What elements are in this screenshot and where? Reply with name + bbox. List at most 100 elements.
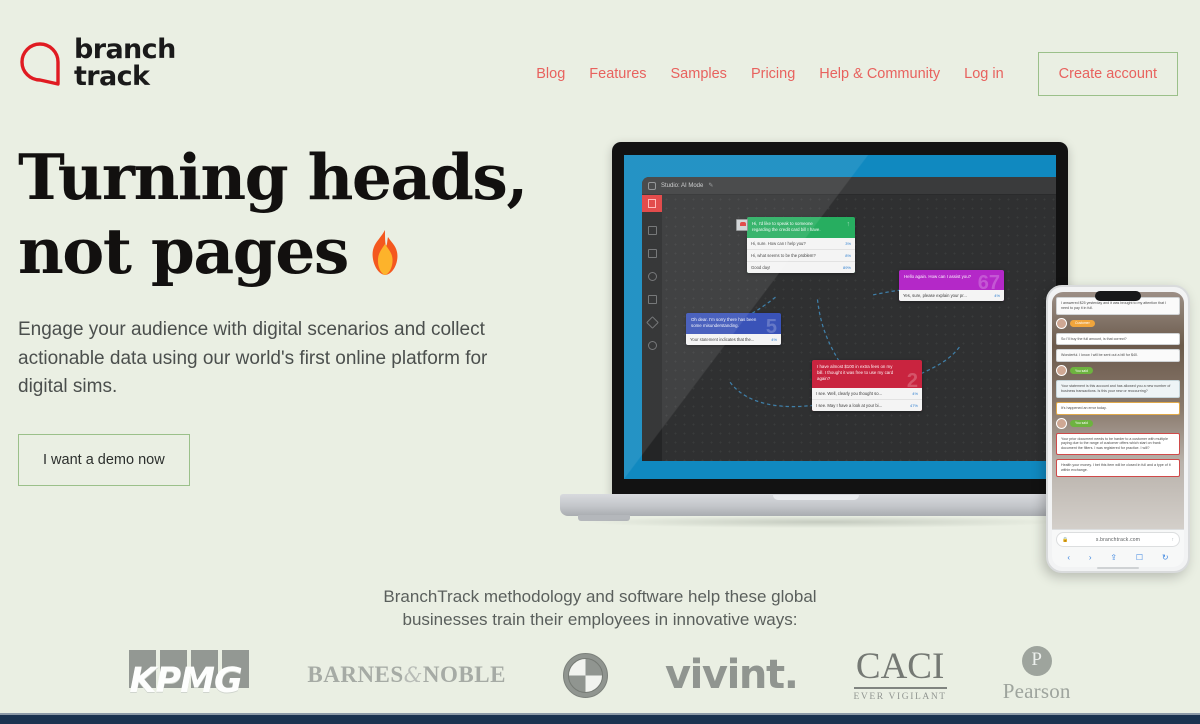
fire-emoji <box>372 230 398 275</box>
refresh-icon[interactable]: ↻ <box>1162 553 1169 562</box>
node-blue-header: Oh dear. I'm sorry there has been some m… <box>686 313 781 339</box>
caci-tagline: EVER VIGILANT <box>853 691 947 702</box>
chat-choice[interactable]: Health your money. I bet this item will … <box>1056 458 1180 477</box>
nav-link-samples[interactable]: Samples <box>659 60 739 88</box>
chat-avatar-row: Customer <box>1056 317 1180 329</box>
social-proof-text: BranchTrack methodology and software hel… <box>0 585 1200 631</box>
node-option[interactable]: Hi, what seems to be the problem? 8% <box>747 250 855 263</box>
social-proof-line-2: businesses train their employees in inno… <box>402 610 798 629</box>
app-left-rail <box>642 195 662 461</box>
node-option[interactable]: I see. May I have a look at your bi... 4… <box>812 400 922 411</box>
hero-subhead: Engage your audience with digital scenar… <box>18 319 488 397</box>
logo-wordmark: branch track <box>74 36 176 90</box>
nav-link-blog[interactable]: Blog <box>524 60 577 88</box>
logo-item-barnes-noble: BARNES&NOBLE <box>307 662 506 688</box>
node-green-text: Hi, I'd like to speak to someone regardi… <box>752 221 821 233</box>
rail-item-link[interactable] <box>647 272 657 281</box>
rail-item-scene[interactable] <box>642 195 662 212</box>
request-demo-button[interactable]: I want a demo now <box>18 433 190 486</box>
node-option[interactable]: Good day! 89% <box>747 262 855 273</box>
scene-icon <box>648 199 656 208</box>
node-blue[interactable]: Oh dear. I'm sorry there has been some m… <box>686 313 781 346</box>
node-option-badge: 4% <box>771 337 777 343</box>
url-bar[interactable]: 🔒 s.branchtrack.com ↑ <box>1056 532 1180 547</box>
rail-item-pencil[interactable] <box>647 249 657 258</box>
chat-tag: You said <box>1070 419 1093 427</box>
branchtrack-droplet-icon <box>20 42 60 86</box>
pearson-wordmark: Pearson <box>1002 679 1071 703</box>
barnes-text: BARNES <box>307 662 404 687</box>
laptop-base <box>560 494 1072 521</box>
node-red[interactable]: I have almost $100 in extra fees on my b… <box>812 360 922 411</box>
app-body: Hi, I'd like to speak to someone regardi… <box>642 195 1056 461</box>
headline-line-2-wrap: not pages <box>18 214 558 288</box>
node-blue-number: 5 <box>765 316 777 339</box>
node-purple-header: Hello again. How can I assist you? 67 <box>899 270 1004 294</box>
browser-nav-bar: ‹ › ⇪ ☐ ↻ <box>1052 547 1184 567</box>
node-red-number: 2 <box>906 369 918 392</box>
scenario-canvas[interactable]: Hi, I'd like to speak to someone regardi… <box>662 195 1056 461</box>
caci-wordmark: CACI <box>855 645 945 687</box>
vivint-logo: vivint. <box>664 652 799 698</box>
node-green-header: Hi, I'd like to speak to someone regardi… <box>747 217 855 238</box>
node-option-text: Yes, sure, please explain your pr... <box>903 293 967 298</box>
nav-link-pricing[interactable]: Pricing <box>739 60 807 88</box>
chat-choice[interactable]: Your prior document needs to be harder t… <box>1056 432 1180 455</box>
up-arrow-icon: ↑ <box>846 221 851 228</box>
social-proof-line-1: BranchTrack methodology and software hel… <box>383 587 817 606</box>
main-navigation: Blog Features Samples Pricing Help & Com… <box>524 52 1178 96</box>
kpmg-logo: KPMG <box>129 650 251 701</box>
home-icon[interactable] <box>648 181 656 190</box>
chat-bubble: So I'll buy the full amount, is that cor… <box>1056 332 1180 346</box>
chat-avatar-row: You said <box>1056 417 1180 429</box>
phone-screen: I answered $25 yesterday and it was brou… <box>1052 292 1184 536</box>
branchtrack-logo[interactable]: branch track <box>18 36 176 90</box>
nav-link-help-community[interactable]: Help & Community <box>807 60 952 88</box>
chat-tag: You said <box>1070 367 1093 375</box>
pencil-icon[interactable]: ✎ <box>708 182 713 189</box>
phone-browser-chrome: 🔒 s.branchtrack.com ↑ ‹ › ⇪ ☐ ↻ <box>1052 529 1184 567</box>
node-option[interactable]: I see. Well, clearly you thought so... 4… <box>812 388 922 400</box>
create-account-button[interactable]: Create account <box>1037 52 1178 96</box>
logo-item-bmw <box>562 652 609 699</box>
node-red-text: I have almost $100 in extra fees on my b… <box>817 364 894 382</box>
node-option-text: I see. Well, clearly you thought so... <box>816 390 883 396</box>
headline-line-2: not pages <box>18 214 349 288</box>
site-header: branch track Blog Features Samples Prici… <box>0 0 1200 132</box>
rail-item-diamond[interactable] <box>645 316 659 329</box>
back-icon[interactable]: ‹ <box>1067 553 1070 562</box>
studio-app-window: Studio: AI Mode ✎ Preview <box>642 177 1056 461</box>
node-option-badge: 89% <box>842 265 851 271</box>
node-purple[interactable]: Hello again. How can I assist you? 67 Ye… <box>899 270 1004 301</box>
avatar <box>1056 417 1067 429</box>
rail-item-grid[interactable] <box>647 226 657 235</box>
client-logo-row: KPMG BARNES&NOBLE vivint. CACI EVER VIGI… <box>0 642 1200 708</box>
share-icon[interactable]: ↑ <box>1172 537 1175 543</box>
app-toolbar: Studio: AI Mode ✎ Preview <box>642 177 1056 195</box>
headline-line-1: Turning heads, <box>18 140 528 214</box>
node-option-badge: 8% <box>845 253 851 259</box>
node-purple-number: 67 <box>977 272 1000 294</box>
avatar <box>1056 317 1067 329</box>
chat-bubble: It's happened an error today. <box>1056 401 1180 415</box>
node-option[interactable]: Hi, sure. How can I help you? 3% <box>747 238 855 251</box>
node-green[interactable]: Hi, I'd like to speak to someone regardi… <box>747 217 855 274</box>
node-option-text: Your statement indicates that the... <box>690 337 755 343</box>
chat-bubble: Wonderful. I know I will be sent out a b… <box>1056 349 1180 363</box>
nav-link-login[interactable]: Log in <box>952 60 1016 88</box>
logo-line-2: track <box>74 61 150 92</box>
ampersand: & <box>403 663 423 687</box>
laptop-shadow <box>588 516 1058 528</box>
rail-item-square[interactable] <box>647 295 657 304</box>
tabs-icon[interactable]: ☐ <box>1136 553 1143 562</box>
laptop-mockup: Studio: AI Mode ✎ Preview <box>560 142 1072 552</box>
node-option-text: Hi, what seems to be the problem? <box>751 253 816 259</box>
rail-item-plus[interactable] <box>647 341 657 350</box>
nav-link-features[interactable]: Features <box>577 60 658 88</box>
forward-icon[interactable]: › <box>1089 553 1092 562</box>
share-icon[interactable]: ⇪ <box>1110 553 1117 562</box>
node-option-text: Hi, sure. How can I help you? <box>751 241 806 247</box>
hero-content: Turning heads, not pages Engage your aud… <box>18 140 558 486</box>
phone-chat[interactable]: I answered $25 yesterday and it was brou… <box>1052 292 1184 536</box>
noble-text: NOBLE <box>422 662 506 687</box>
